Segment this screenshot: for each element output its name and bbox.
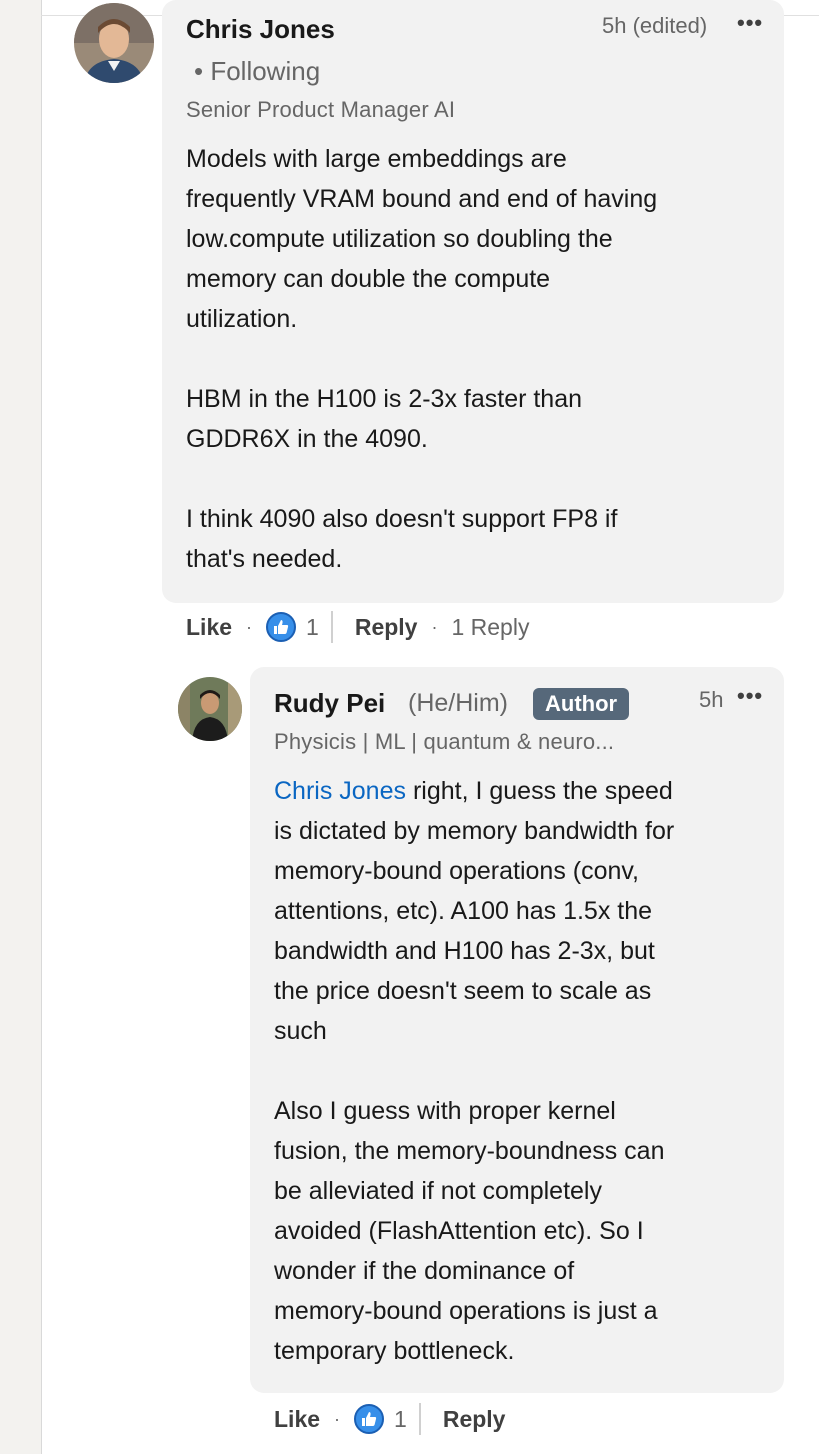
comment-author-headline: Senior Product Manager AI: [186, 97, 456, 122]
separator-dot: ·: [246, 616, 253, 637]
comments-page: Chris Jones 5h (edited) ••• • Following …: [0, 0, 819, 1454]
like-count[interactable]: 1: [306, 614, 319, 641]
reply-timestamp: 5h: [699, 687, 724, 712]
reply-body: Chris Jones right, I guess the speed is …: [274, 771, 774, 1371]
reply-author-pronouns: (He/Him): [408, 689, 508, 717]
comment-timestamp: 5h (edited): [602, 13, 708, 38]
reply-author-name[interactable]: Rudy Pei: [274, 688, 385, 719]
author-badge: Author: [533, 688, 630, 720]
like-count[interactable]: 1: [394, 1406, 407, 1433]
reply-body-text: right, I guess the speed is dictated by …: [274, 777, 675, 1365]
avatar-rudy-pei[interactable]: [178, 677, 242, 741]
thumbs-up-icon[interactable]: [354, 1404, 385, 1434]
avatar-photo: [74, 3, 154, 83]
separator-dot: ·: [334, 1408, 341, 1429]
separator-dot: ·: [431, 616, 438, 637]
reply-actions: Like · 1 Reply: [274, 1399, 505, 1439]
actions-divider: [418, 1403, 421, 1435]
reply-button[interactable]: Reply: [443, 1406, 506, 1433]
mention-link[interactable]: Chris Jones: [274, 777, 406, 805]
reply-button[interactable]: Reply: [355, 614, 418, 641]
more-options-icon[interactable]: •••: [737, 10, 763, 36]
thumbs-up-icon[interactable]: [266, 612, 297, 642]
reply-author-headline: Physicis | ML | quantum & neuro...: [274, 729, 615, 754]
more-options-icon[interactable]: •••: [737, 683, 763, 709]
actions-divider: [330, 611, 333, 643]
avatar-photo: [178, 677, 242, 741]
reply-count[interactable]: 1 Reply: [451, 614, 529, 641]
comment-body: Models with large embeddings are frequen…: [186, 145, 658, 573]
avatar-chris-jones[interactable]: [74, 3, 154, 83]
following-label: • Following: [194, 56, 321, 86]
comment-actions: Like · 1 Reply · 1 Reply: [186, 607, 529, 647]
like-button[interactable]: Like: [186, 614, 232, 641]
like-button[interactable]: Like: [274, 1406, 320, 1433]
comment-author-name[interactable]: Chris Jones: [186, 14, 335, 45]
